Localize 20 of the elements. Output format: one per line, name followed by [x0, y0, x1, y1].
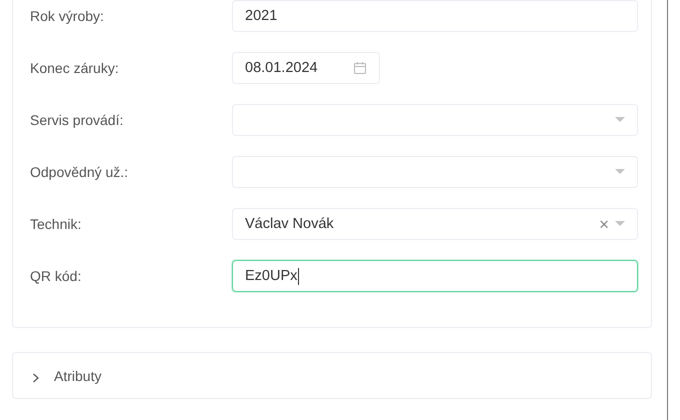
input-field[interactable]: Ez0UPx [232, 260, 638, 292]
input-field[interactable]: 2021 [232, 0, 638, 32]
field-label: Servis provádí: [29, 112, 124, 128]
field-label: Technik: [29, 216, 82, 232]
dropdown-caret-icon[interactable] [615, 117, 625, 123]
date-field[interactable]: 08.01.2024 [232, 52, 380, 84]
chevron-icon[interactable] [32, 372, 40, 382]
clear-button[interactable]: × [599, 216, 609, 232]
field-label: Rok výroby: [29, 8, 105, 24]
select-field[interactable] [232, 104, 638, 136]
select-field[interactable] [232, 156, 638, 188]
field-label: Odpovědný už.: [29, 164, 130, 180]
field-label: QR kód: [29, 268, 82, 284]
collapsible-section[interactable]: Atributy [12, 352, 652, 399]
field-label: Konec záruky: [29, 60, 120, 76]
section-title: Atributy [54, 368, 102, 384]
dropdown-caret-icon[interactable] [615, 221, 625, 227]
dropdown-caret-icon[interactable] [615, 169, 625, 175]
calendar-icon[interactable] [353, 61, 367, 75]
select-field[interactable]: Václav Novák × [232, 208, 638, 240]
